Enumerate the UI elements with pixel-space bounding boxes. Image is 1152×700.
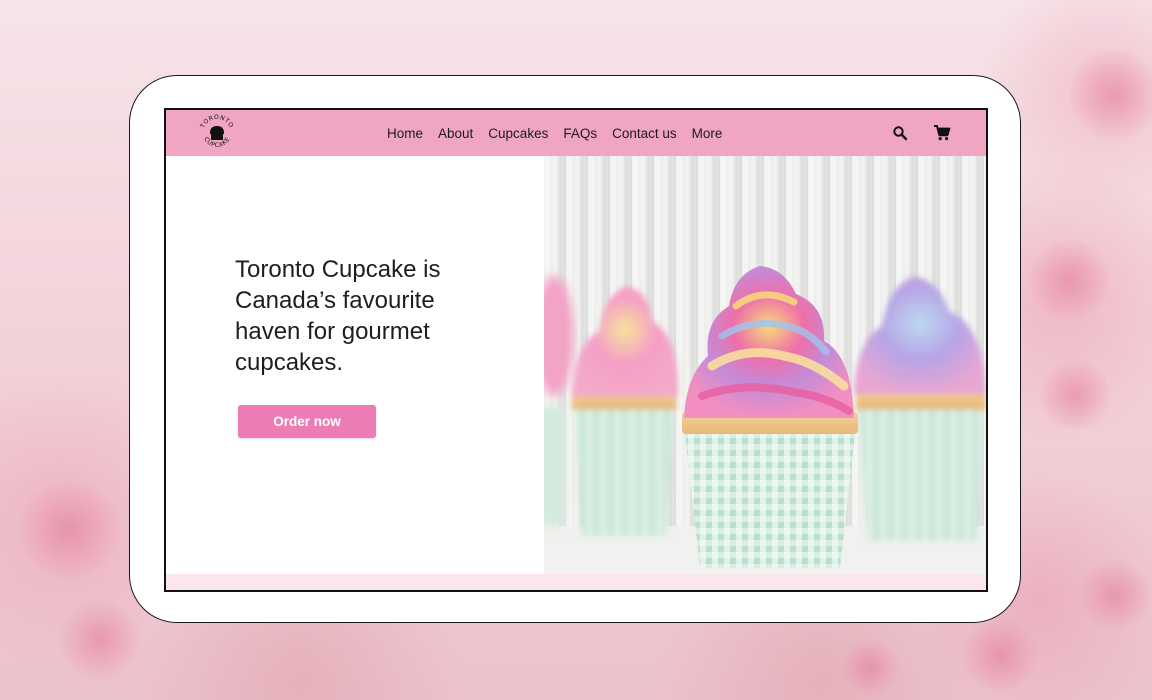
- next-section-strip: [166, 574, 986, 590]
- nav-link-cupcakes[interactable]: Cupcakes: [488, 126, 548, 141]
- cupcake-logo-icon: TORONTO CUPCAKE: [199, 114, 234, 149]
- nav-link-faqs[interactable]: FAQs: [563, 126, 597, 141]
- flower-decoration: [20, 480, 120, 580]
- search-icon[interactable]: [891, 124, 909, 142]
- brand-logo[interactable]: TORONTO CUPCAKE: [198, 114, 236, 152]
- cart-icon[interactable]: [933, 124, 951, 142]
- nav-link-more[interactable]: More: [692, 126, 723, 141]
- nav-link-home[interactable]: Home: [387, 126, 423, 141]
- flower-decoration: [840, 640, 900, 695]
- flower-decoration: [1070, 50, 1152, 140]
- flower-decoration: [1080, 560, 1150, 630]
- navbar: TORONTO CUPCAKE Home About Cupcakes FAQs…: [166, 110, 986, 156]
- flower-decoration: [960, 620, 1040, 690]
- flower-decoration: [60, 600, 140, 680]
- hero-headline: Toronto Cupcake is Canada’s favourite ha…: [235, 256, 441, 376]
- nav-link-about[interactable]: About: [438, 126, 473, 141]
- nav-menu: Home About Cupcakes FAQs Contact us More: [387, 110, 722, 156]
- website-screen: TORONTO CUPCAKE Home About Cupcakes FAQs…: [164, 108, 988, 592]
- flower-decoration: [1040, 360, 1110, 430]
- flower-decoration: [1030, 240, 1110, 320]
- order-now-button[interactable]: Order now: [238, 405, 376, 438]
- cupcakes-photo: [544, 156, 986, 574]
- nav-link-contact-us[interactable]: Contact us: [612, 126, 677, 141]
